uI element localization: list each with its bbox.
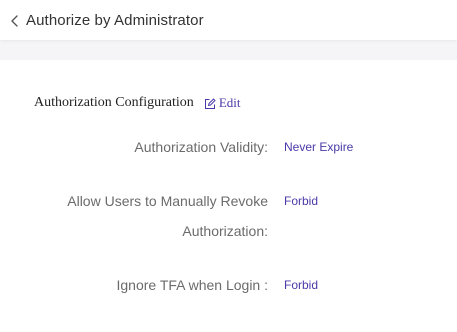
authorization-validity-label: Authorization Validity: (134, 139, 268, 155)
section-header: Authorization Configuration Edit (34, 95, 240, 111)
ignore-tfa-value: Forbid (284, 278, 319, 292)
page-title: Authorize by Administrator (26, 11, 204, 29)
edit-label[interactable]: Edit (219, 95, 241, 111)
edit-icon[interactable] (204, 97, 216, 109)
ignore-tfa-label: Ignore TFA when Login : (116, 277, 268, 293)
settings-card: Authorization Configuration Edit Authori… (0, 60, 457, 332)
manual-revoke-label-line1: Allow Users to Manually Revoke (67, 193, 268, 209)
page-header: Authorize by Administrator (0, 0, 457, 40)
manual-revoke-value: Forbid (284, 194, 319, 208)
edit-button[interactable]: Edit (204, 95, 241, 111)
manual-revoke-label-line2: Authorization: (182, 223, 268, 239)
section-title: Authorization Configuration (34, 95, 194, 110)
back-button[interactable]: Authorize by Administrator (10, 12, 204, 29)
chevron-left-icon[interactable] (10, 14, 20, 28)
manual-revoke-label: Allow Users to Manually Revoke Authoriza… (28, 186, 268, 246)
authorization-validity-value: Never Expire (284, 140, 354, 154)
page: Authorize by Administrator Authorization… (0, 0, 457, 332)
